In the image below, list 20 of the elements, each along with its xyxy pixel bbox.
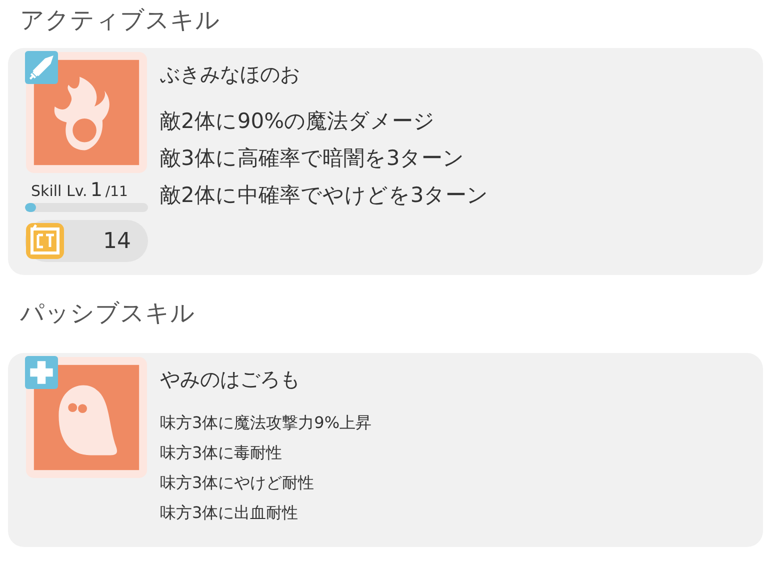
skill-effect: 味方3体にやけど耐性 [160,472,316,494]
skill-level-value: 1 [90,179,102,201]
sword-icon [25,51,58,84]
ghost-icon [25,356,148,479]
skill-effect: 敵2体に中確率でやけどを3ターン [160,182,489,209]
plus-icon [25,356,58,389]
skill-effect: 味方3体に毒耐性 [160,442,284,464]
skill-name: ぶきみなほのお [160,61,301,88]
skill-level-max: /11 [105,184,128,200]
ct-icon [25,221,65,261]
section-title: アクティブスキル [19,5,221,36]
skill-effect: 敵2体に90%の魔法ダメージ [160,108,436,135]
skill-effect: 味方3体に魔法攻撃力9%上昇 [160,412,372,434]
cooldown-value: 14 [103,228,131,254]
skill-effect: 味方3体に出血耐性 [160,502,300,524]
section-title: パッシブスキル [19,298,196,329]
skill-effect: 敵3体に高確率で暗闇を3ターン [160,145,466,172]
skill-name: やみのはごろも [160,366,301,393]
flame-ring-icon [25,51,148,174]
skill-level-label: Skill Lv. [31,182,88,200]
